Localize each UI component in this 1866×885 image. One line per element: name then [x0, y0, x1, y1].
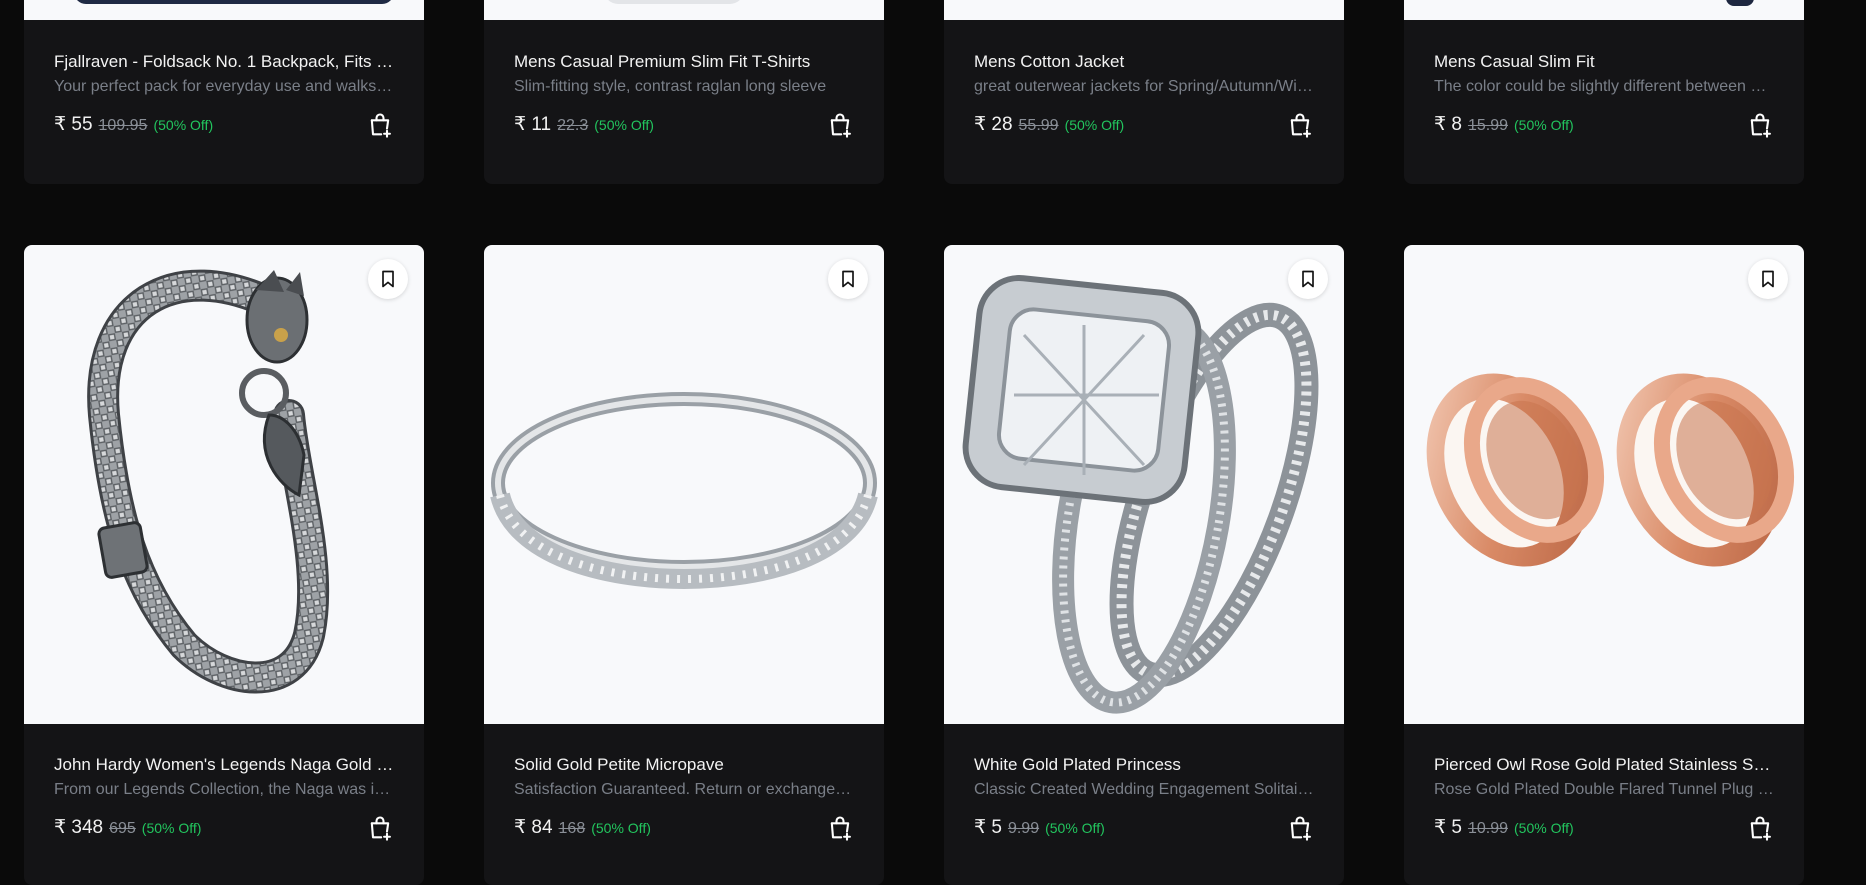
product-image[interactable]: [944, 245, 1344, 724]
price: ₹ 11: [514, 114, 552, 135]
price: ₹ 84: [514, 817, 553, 838]
original-price: 695: [109, 820, 136, 837]
dragon-bracelet-image: [87, 269, 330, 694]
add-to-cart-button[interactable]: [366, 814, 394, 842]
bookmark-button[interactable]: [828, 259, 868, 299]
product-card[interactable]: Pierced Owl Rose Gold Plated Stainless S…: [1404, 245, 1804, 885]
add-to-cart-button[interactable]: [1746, 111, 1774, 139]
original-price: 10.99: [1467, 820, 1508, 837]
add-to-cart-button[interactable]: [1286, 111, 1314, 139]
original-price: 15.99: [1467, 117, 1508, 134]
product-card[interactable]: Mens Casual Slim Fit The color could be …: [1404, 0, 1804, 184]
product-card[interactable]: John Hardy Women's Legends Naga Gold & S…: [24, 245, 424, 885]
product-image[interactable]: [24, 0, 424, 20]
original-price: 109.95: [98, 117, 148, 134]
product-title[interactable]: Mens Cotton Jacket: [974, 51, 1314, 73]
bookmark-icon: [842, 270, 854, 288]
product-description: great outerwear jackets for Spring/Autum…: [974, 78, 1314, 95]
product-title[interactable]: Pierced Owl Rose Gold Plated Stainless S…: [1434, 754, 1774, 776]
price-row: ₹ 5 10.99 (50% Off): [1434, 816, 1574, 840]
add-to-cart-button[interactable]: [366, 111, 394, 139]
product-title[interactable]: John Hardy Women's Legends Naga Gold & S…: [54, 754, 394, 776]
micropave-ring-image: [490, 392, 878, 590]
product-description: Rose Gold Plated Double Flared Tunnel Pl…: [1434, 781, 1774, 798]
price-row: ₹ 5 9.99 (50% Off): [974, 816, 1105, 840]
product-card[interactable]: Mens Cotton Jacket great outerwear jacke…: [944, 0, 1344, 184]
price: ₹ 348: [54, 817, 104, 838]
discount-label: (50% Off): [594, 117, 654, 133]
price-row: ₹ 28 55.99 (50% Off): [974, 113, 1124, 137]
original-price: 22.3: [557, 117, 589, 134]
original-price: 55.99: [1018, 117, 1059, 134]
shopping-bag-plus-icon: [370, 816, 391, 841]
discount-label: (50% Off): [591, 820, 651, 836]
product-description: Your perfect pack for everyday use and w…: [54, 78, 394, 95]
price-row: ₹ 348 695 (50% Off): [54, 816, 201, 840]
shopping-bag-plus-icon: [830, 816, 851, 841]
discount-label: (50% Off): [153, 117, 214, 133]
princess-ring-image: [962, 275, 1319, 714]
price-row: ₹ 55 109.95 (50% Off): [54, 113, 213, 137]
discount-label: (50% Off): [141, 820, 202, 836]
product-image[interactable]: [24, 245, 424, 724]
add-to-cart-button[interactable]: [1286, 814, 1314, 842]
product-title[interactable]: White Gold Plated Princess: [974, 754, 1314, 776]
product-image[interactable]: [484, 245, 884, 724]
product-description: The color could be slightly different be…: [1434, 78, 1774, 95]
shopping-bag-plus-icon: [1750, 816, 1771, 841]
product-image[interactable]: [1404, 0, 1804, 20]
price-row: ₹ 11 22.3 (50% Off): [514, 113, 654, 137]
product-card[interactable]: Fjallraven - Foldsack No. 1 Backpack, Fi…: [24, 0, 424, 184]
product-image[interactable]: [944, 0, 1344, 20]
bookmark-button[interactable]: [1748, 259, 1788, 299]
bookmark-icon: [1302, 270, 1314, 288]
shopping-bag-plus-icon: [1750, 113, 1771, 138]
discount-label: (50% Off): [1514, 117, 1574, 133]
discount-label: (50% Off): [1514, 820, 1574, 836]
product-description: Classic Created Wedding Engagement Solit…: [974, 781, 1314, 798]
price-row: ₹ 8 15.99 (50% Off): [1434, 113, 1574, 137]
rose-gold-tunnel-image: [1426, 373, 1795, 567]
add-to-cart-button[interactable]: [1746, 814, 1774, 842]
product-title[interactable]: Mens Casual Premium Slim Fit T-Shirts: [514, 51, 854, 73]
original-price: 9.99: [1007, 820, 1040, 837]
shopping-bag-plus-icon: [1290, 816, 1311, 841]
original-price: 168: [558, 820, 586, 837]
price: ₹ 5: [974, 817, 1002, 838]
product-description: From our Legends Collection, the Naga wa…: [54, 781, 394, 798]
discount-label: (50% Off): [1064, 117, 1125, 133]
product-description: Slim-fitting style, contrast raglan long…: [514, 78, 827, 95]
product-title[interactable]: Fjallraven - Foldsack No. 1 Backpack, Fi…: [54, 51, 394, 73]
product-image[interactable]: [1404, 245, 1804, 724]
shopping-bag-plus-icon: [830, 113, 851, 138]
product-image[interactable]: [484, 0, 884, 20]
bookmark-icon: [382, 270, 394, 288]
shopping-bag-plus-icon: [370, 113, 391, 138]
product-description: Satisfaction Guaranteed. Return or excha…: [514, 781, 854, 798]
price: ₹ 28: [974, 114, 1013, 135]
product-card[interactable]: Solid Gold Petite Micropave Satisfaction…: [484, 245, 884, 885]
product-title[interactable]: Solid Gold Petite Micropave: [514, 754, 854, 776]
price: ₹ 5: [1434, 817, 1462, 838]
shopping-bag-plus-icon: [1290, 113, 1311, 138]
bookmark-icon: [1762, 270, 1774, 288]
product-card[interactable]: Mens Casual Premium Slim Fit T-Shirts Sl…: [484, 0, 884, 184]
product-grid: Fjallraven - Foldsack No. 1 Backpack, Fi…: [0, 0, 1866, 885]
price: ₹ 8: [1434, 114, 1462, 135]
product-title[interactable]: Mens Casual Slim Fit: [1434, 51, 1774, 73]
add-to-cart-button[interactable]: [826, 111, 854, 139]
add-to-cart-button[interactable]: [826, 814, 854, 842]
bookmark-button[interactable]: [368, 259, 408, 299]
price: ₹ 55: [54, 114, 93, 135]
price-row: ₹ 84 168 (50% Off): [514, 816, 651, 840]
product-card[interactable]: White Gold Plated Princess Classic Creat…: [944, 245, 1344, 885]
discount-label: (50% Off): [1045, 820, 1105, 836]
bookmark-button[interactable]: [1288, 259, 1328, 299]
